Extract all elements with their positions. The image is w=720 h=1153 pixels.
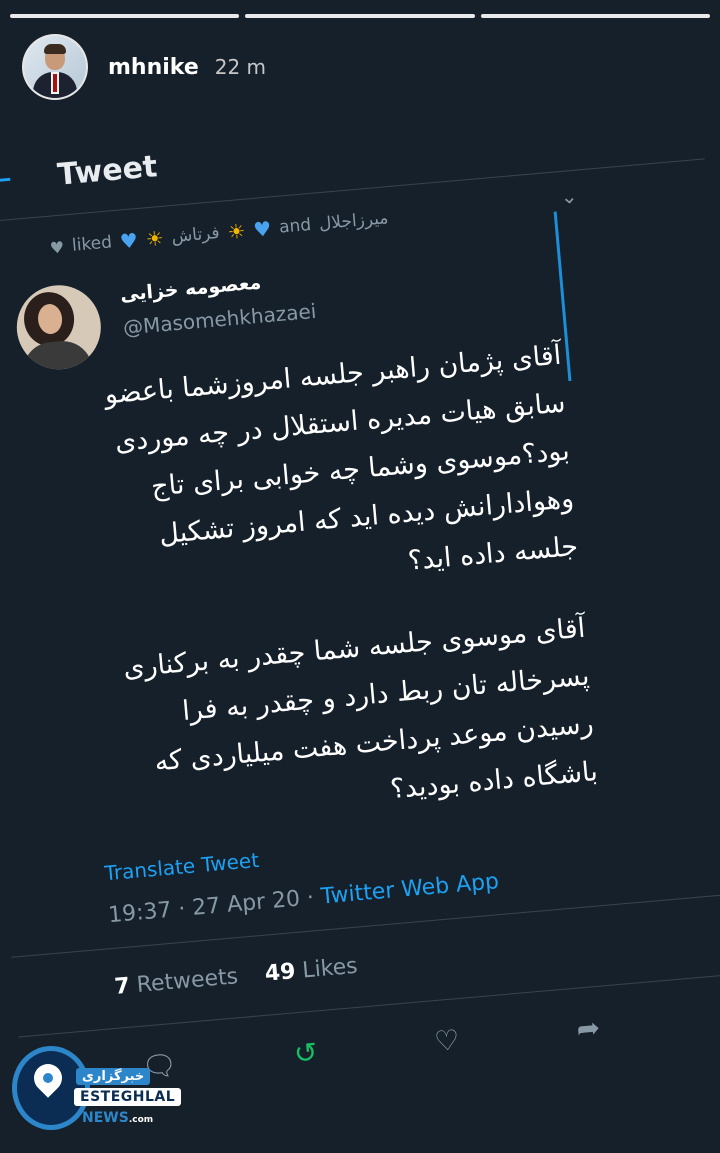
story-time: 22 m <box>214 55 267 79</box>
story-progress-segment <box>480 14 710 18</box>
tweet-topbar: ← Tweet <box>0 94 644 211</box>
avatar[interactable] <box>24 36 86 98</box>
retweets-label[interactable]: Retweets <box>136 964 239 998</box>
logo-brand: ESTEGHLAL <box>74 1088 182 1106</box>
story-progress-segment <box>10 14 240 18</box>
tweet-screenshot: ← Tweet ♥ liked ♥ ☀ فرتاش ☀ ♥ and میرزاج… <box>0 51 720 1120</box>
blue-heart-icon: ♥ <box>118 228 139 254</box>
heart-icon: ♥ <box>49 237 65 258</box>
and-label: and <box>278 214 312 238</box>
page-title: Tweet <box>56 148 159 193</box>
sun-icon: ☀ <box>144 225 165 252</box>
likes-label[interactable]: Likes <box>301 954 358 984</box>
logo-persian-label: خبرگزاری <box>76 1068 151 1085</box>
translate-tweet-link[interactable]: Translate Tweet <box>104 848 260 885</box>
liker-name[interactable]: فرتاش <box>171 223 221 247</box>
tweet-stats: 7 Retweets 49 Likes <box>113 954 358 1000</box>
tweet-body: آقای پژمان راهبر جلسه امروزشما باعضو ساب… <box>41 332 600 842</box>
author-avatar[interactable] <box>13 281 105 373</box>
arrow-left-icon[interactable]: ← <box>0 156 49 201</box>
likes-count[interactable]: 49 <box>264 959 297 987</box>
liker-name[interactable]: میرزاجلال <box>318 208 389 234</box>
tweet-actions: 🗨 ↺ ♡ ➦ <box>140 1011 601 1084</box>
tweet-timestamp: 19:37 · 27 Apr 20 · <box>107 884 322 929</box>
source-app-link[interactable]: Twitter Web App <box>320 869 500 909</box>
story-progress-segment <box>245 14 475 18</box>
esteghlal-news-logo: خبرگزاری ESTEGHLAL NEWS.com <box>12 1044 182 1140</box>
liked-by-row: ♥ liked ♥ ☀ فرتاش ☀ ♥ and میرزاجلال <box>49 206 390 260</box>
retweets-count[interactable]: 7 <box>113 974 130 1000</box>
story-username[interactable]: mhnike <box>108 55 199 80</box>
sun-icon: ☀ <box>226 218 247 245</box>
chevron-down-icon[interactable]: ⌄ <box>560 184 579 209</box>
liked-label: liked <box>71 232 113 256</box>
heart-icon[interactable]: ♡ <box>433 1023 461 1058</box>
author-display-name[interactable]: معصومه خزایی <box>119 267 314 306</box>
logo-news: NEWS.com <box>82 1110 154 1126</box>
story-progress-bar <box>10 14 710 18</box>
blue-heart-icon: ♥ <box>252 216 273 242</box>
share-icon[interactable]: ➦ <box>575 1011 601 1046</box>
retweet-icon[interactable]: ↺ <box>293 1036 319 1071</box>
author-handle[interactable]: @Masomehkhazaei <box>122 299 317 340</box>
